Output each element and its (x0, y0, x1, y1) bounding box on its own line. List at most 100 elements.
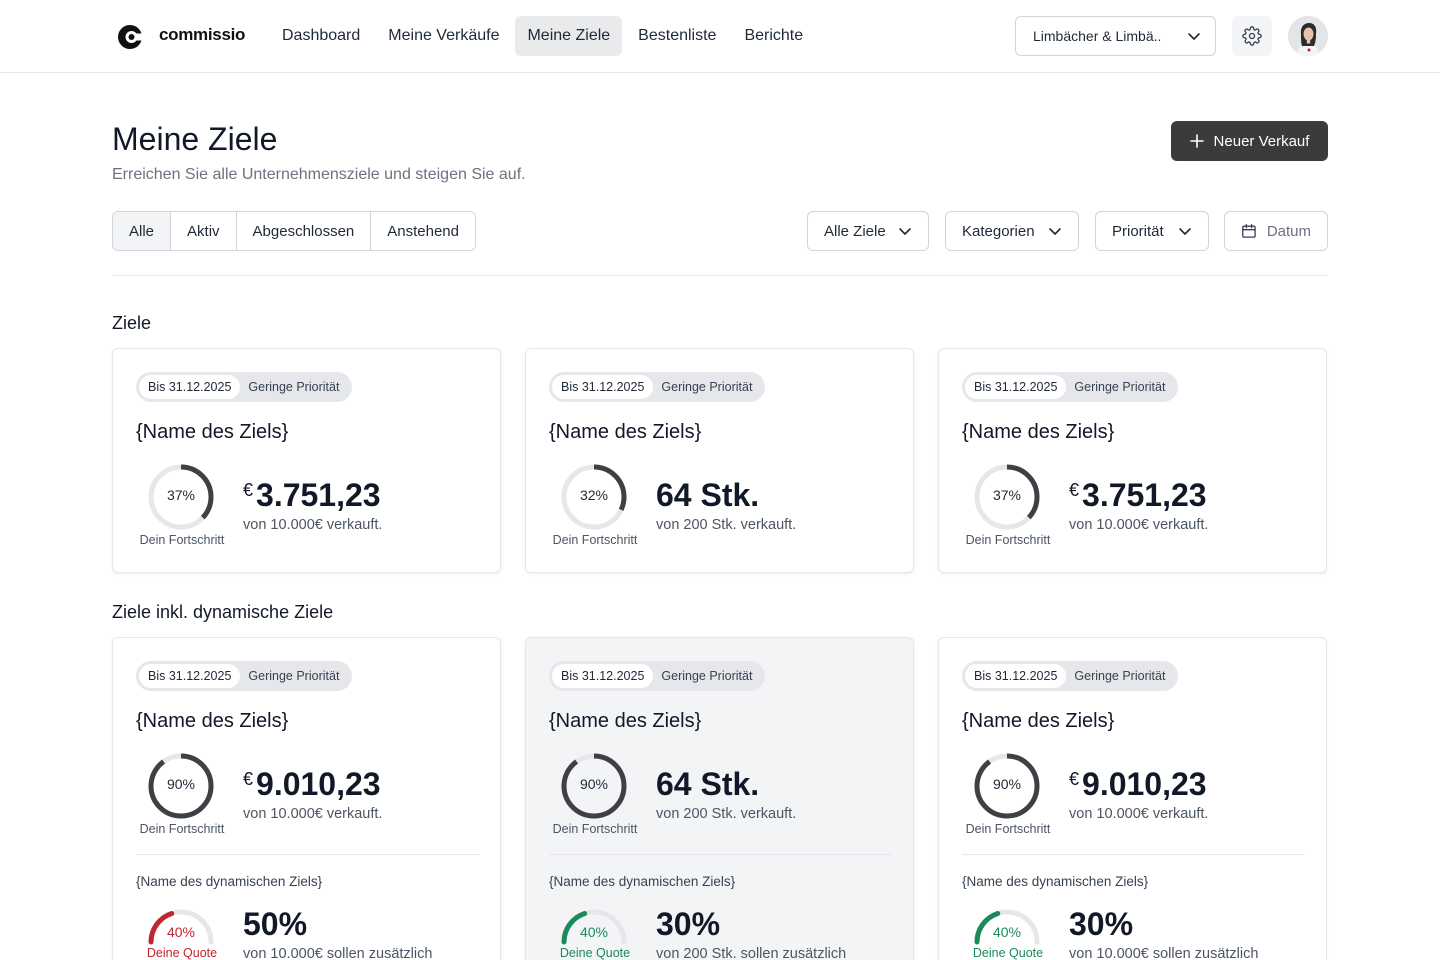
nav-item-berichte[interactable]: Berichte (732, 16, 815, 56)
nav-item-bestenliste[interactable]: Bestenliste (626, 16, 728, 56)
quota-percent: 40% (579, 924, 609, 940)
goal-meta-pill: Bis 31.12.2025 Geringe Priorität (549, 661, 766, 691)
goal-value: 64 Stk. (656, 477, 759, 514)
tab-anstehend[interactable]: Anstehend (371, 212, 475, 250)
status-filter-tabs: Alle Aktiv Abgeschlossen Anstehend (112, 211, 476, 251)
brand-name[interactable]: commissio (159, 25, 245, 45)
date-filter[interactable]: Datum (1224, 211, 1328, 251)
goal-deadline: Bis 31.12.2025 (965, 375, 1067, 399)
progress-label: Dein Fortschritt (139, 822, 225, 836)
goal-card[interactable]: Bis 31.12.2025 Geringe Priorität {Name des… (938, 637, 1327, 960)
new-sale-label: Neuer Verkauf (1213, 132, 1310, 150)
goal-priority: Geringe Priorität (661, 380, 753, 394)
quota-percent: 40% (166, 924, 196, 940)
calendar-icon (1242, 224, 1256, 238)
progress-label: Dein Fortschritt (965, 533, 1051, 547)
goal-card[interactable]: Bis 31.12.2025 Geringe Priorität {Name des… (525, 348, 914, 573)
dynamic-goal-target-text: von 10.000€ sollen zusätzlich (243, 946, 433, 960)
goal-target-text: von 10.000€ verkauft. (1069, 517, 1209, 533)
goal-priority: Geringe Priorität (661, 669, 753, 683)
goal-card[interactable]: Bis 31.12.2025 Geringe Priorität {Name des… (112, 348, 501, 573)
goals-dropdown[interactable]: Alle Ziele (807, 211, 929, 251)
categories-dropdown[interactable]: Kategorien (945, 211, 1079, 251)
currency-symbol: € (1069, 769, 1080, 789)
progress-percent: 37% (992, 487, 1022, 503)
user-avatar[interactable] (1288, 16, 1328, 56)
goal-priority: Geringe Priorität (1074, 669, 1166, 683)
goal-meta-pill: Bis 31.12.2025 Geringe Priorität (136, 372, 353, 402)
avatar-icon (1288, 16, 1328, 56)
goal-deadline: Bis 31.12.2025 (139, 664, 241, 688)
nav-item-meine-ziele[interactable]: Meine Ziele (515, 16, 623, 56)
goal-name: {Name des Ziels} (136, 421, 289, 443)
dynamic-goal-target-text: von 10.000€ sollen zusätzlich (1069, 946, 1259, 960)
progress-percent: 32% (579, 487, 609, 503)
progress-percent: 90% (166, 776, 196, 792)
date-filter-placeholder: Datum (1266, 222, 1311, 240)
goal-meta-pill: Bis 31.12.2025 Geringe Priorität (962, 661, 1179, 691)
company-selector[interactable]: Limbächer & Limbä.. (1015, 16, 1216, 56)
goal-name: {Name des Ziels} (136, 710, 289, 732)
card-divider (962, 854, 1305, 855)
priority-dropdown-label: Priorität (1112, 222, 1164, 240)
filter-divider (112, 275, 1328, 276)
priority-dropdown[interactable]: Priorität (1095, 211, 1209, 251)
commissio-logo-icon[interactable] (116, 23, 144, 51)
dynamic-goal-name: {Name des dynamischen Ziels} (549, 874, 736, 889)
chevron-down-icon (1179, 228, 1191, 235)
goal-meta-pill: Bis 31.12.2025 Geringe Priorität (136, 661, 353, 691)
goal-priority: Geringe Priorität (248, 380, 340, 394)
goal-deadline: Bis 31.12.2025 (552, 664, 654, 688)
nav-item-dashboard[interactable]: Dashboard (270, 16, 372, 56)
chevron-down-icon (1049, 228, 1061, 235)
progress-label: Dein Fortschritt (139, 533, 225, 547)
progress-percent: 37% (166, 487, 196, 503)
section-title-dynamic-goals: Ziele inkl. dynamische Ziele (112, 602, 334, 622)
tab-abgeschlossen[interactable]: Abgeschlossen (236, 212, 372, 250)
dynamic-goal-value: 30% (1069, 906, 1134, 942)
settings-button[interactable] (1232, 16, 1272, 56)
goal-priority: Geringe Priorität (1074, 380, 1166, 394)
quota-percent: 40% (992, 924, 1022, 940)
plus-icon (1189, 134, 1204, 148)
page-subtitle: Erreichen Sie alle Unternehmensziele und… (112, 166, 526, 183)
goal-value: 64 Stk. (656, 766, 759, 803)
goal-target-text: von 10.000€ verkauft. (243, 806, 383, 822)
dynamic-goal-target-text: von 200 Stk. sollen zusätzlich (656, 946, 847, 960)
tab-alle[interactable]: Alle (113, 212, 172, 250)
goal-card[interactable]: Bis 31.12.2025 Geringe Priorität {Name des… (112, 637, 501, 960)
goal-name: {Name des Ziels} (962, 710, 1115, 732)
goal-deadline: Bis 31.12.2025 (965, 664, 1067, 688)
goal-amount: 3.751,23 (1082, 477, 1207, 513)
tab-aktiv[interactable]: Aktiv (171, 212, 237, 250)
goal-name: {Name des Ziels} (962, 421, 1115, 443)
progress-percent: 90% (579, 776, 609, 792)
chevron-down-icon (1188, 33, 1200, 40)
goal-target-text: von 10.000€ verkauft. (243, 517, 383, 533)
nav-item-meine-verkaeufe[interactable]: Meine Verkäufe (376, 16, 511, 56)
dynamic-goal-name: {Name des dynamischen Ziels} (136, 874, 323, 889)
goal-value: €3.751,23 (1069, 477, 1207, 514)
card-divider (136, 854, 479, 855)
main-nav: Dashboard Meine Verkäufe Meine Ziele Bes… (270, 16, 815, 56)
goal-amount: 3.751,23 (256, 477, 381, 513)
goals-dropdown-label: Alle Ziele (824, 222, 886, 240)
goal-meta-pill: Bis 31.12.2025 Geringe Priorität (962, 372, 1179, 402)
goal-target-text: von 200 Stk. verkauft. (656, 806, 797, 822)
progress-percent: 90% (992, 776, 1022, 792)
top-navigation: commissio Dashboard Meine Verkäufe Meine… (0, 0, 1440, 73)
goal-amount: 9.010,23 (1082, 766, 1207, 802)
company-name: Limbächer & Limbä.. (1033, 28, 1162, 44)
goal-card[interactable]: Bis 31.12.2025 Geringe Priorität {Name des… (525, 637, 914, 960)
goal-name: {Name des Ziels} (549, 421, 702, 443)
goal-priority: Geringe Priorität (248, 669, 340, 683)
goal-target-text: von 10.000€ verkauft. (1069, 806, 1209, 822)
goal-amount: 64 Stk. (656, 766, 760, 802)
section-title-goals: Ziele (112, 313, 152, 333)
new-sale-button[interactable]: Neuer Verkauf (1171, 121, 1328, 161)
progress-label: Dein Fortschritt (965, 822, 1051, 836)
quota-label: Deine Quote (972, 946, 1044, 960)
goal-value: €9.010,23 (1069, 766, 1207, 803)
goal-card[interactable]: Bis 31.12.2025 Geringe Priorität {Name des… (938, 348, 1327, 573)
goal-amount: 64 Stk. (656, 477, 760, 513)
